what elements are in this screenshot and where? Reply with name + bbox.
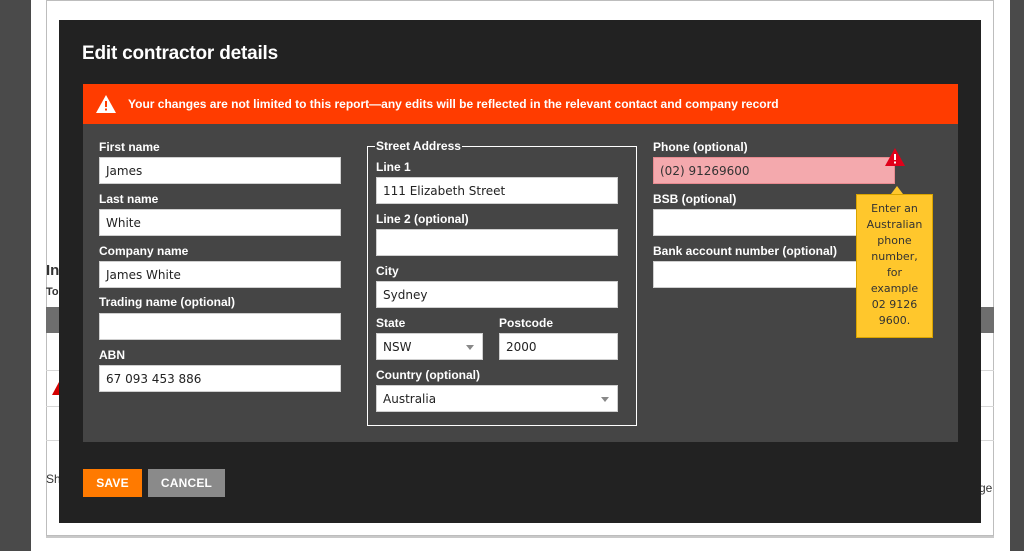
address-line1-input[interactable]: 111 Elizabeth Street [376,177,618,204]
bank-account-label: Bank account number (optional) [653,244,838,258]
save-button[interactable]: SAVE [83,469,142,497]
tooltip-line: 9600. [878,314,911,327]
tooltip-line: Australian [866,218,923,231]
trading-name-label: Trading name (optional) [99,295,236,309]
alert-text: Your changes are not limited to this rep… [128,97,779,111]
warning-triangle-icon [96,95,116,113]
country-select-value: Australia [383,391,437,406]
state-select-value: NSW [383,339,412,354]
modal-title: Edit contractor details [82,43,278,64]
trading-name-input[interactable] [99,313,341,340]
state-select[interactable]: NSW [376,333,483,360]
postcode-label: Postcode [499,316,554,330]
tooltip-line: phone [877,234,912,247]
tooltip-caret [891,186,903,194]
tooltip-line: 02 9126 [871,298,918,311]
postcode-input[interactable]: 2000 [499,333,618,360]
alert-banner: Your changes are not limited to this rep… [83,84,958,124]
chevron-down-icon [466,345,474,350]
tooltip-line: Enter an [871,202,918,215]
address-line2-input[interactable] [376,229,618,256]
tooltip-line: for [886,266,903,279]
chevron-down-icon [601,397,609,402]
abn-input[interactable]: 67 093 453 886 [99,365,341,392]
address-line1-label: Line 1 [376,160,411,174]
bsb-label: BSB (optional) [653,192,737,206]
first-name-input[interactable]: James [99,157,341,184]
abn-label: ABN [99,348,125,362]
city-label: City [376,264,399,278]
error-warning-icon [885,148,905,166]
phone-error-tooltip: Enter an Australian phone number, for ex… [856,194,933,338]
city-input[interactable]: Sydney [376,281,618,308]
tooltip-line: number, [871,250,918,263]
phone-input[interactable]: (02) 91269600 [653,157,895,184]
cancel-button[interactable]: CANCEL [148,469,225,497]
last-name-label: Last name [99,192,159,206]
company-name-label: Company name [99,244,189,258]
background-subheading: To [46,286,59,298]
company-name-input[interactable]: James White [99,261,341,288]
address-line2-label: Line 2 (optional) [376,212,469,226]
form-panel: First name James Last name White Company… [83,124,958,442]
background-heading: In [46,262,60,279]
background-footer-text-right: ge [979,481,993,495]
first-name-label: First name [99,140,160,154]
state-label: State [376,316,406,330]
country-label: Country (optional) [376,368,480,382]
edit-contractor-modal: Edit contractor details Your changes are… [59,20,981,523]
tooltip-line: example [870,282,919,295]
country-select[interactable]: Australia [376,385,618,412]
phone-label: Phone (optional) [653,140,748,154]
last-name-input[interactable]: White [99,209,341,236]
street-address-legend: Street Address [375,139,462,153]
